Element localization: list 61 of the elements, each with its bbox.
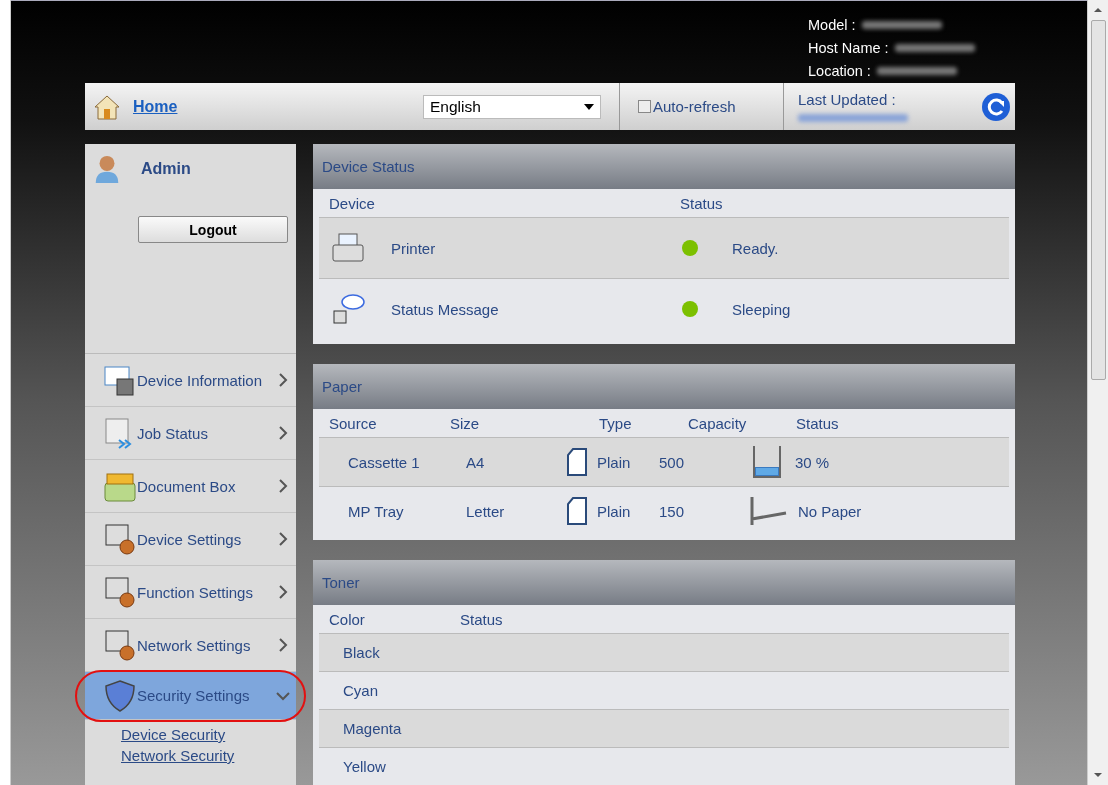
user-name: Admin (141, 160, 191, 178)
nav-item[interactable]: Device Information (85, 354, 296, 407)
empty-tray-icon (750, 495, 788, 527)
info-label: Location : (808, 62, 871, 79)
scrollbar-thumb[interactable] (1090, 20, 1106, 380)
info-label: Host Name : (808, 39, 889, 56)
dropdown-caret-icon (584, 103, 594, 110)
column-header: Source (329, 414, 378, 432)
table-cell-text: Cassette 1 (348, 453, 421, 471)
paper-level-tray (753, 446, 781, 478)
paper-sheet-icon (567, 448, 587, 476)
table-cell-text: Plain (597, 502, 632, 520)
column-header: Status (680, 194, 723, 212)
table-cell: Cyan (343, 682, 379, 699)
panel-title: Toner (322, 574, 360, 591)
user-avatar-icon (93, 154, 121, 184)
home-link[interactable]: Home (133, 97, 178, 116)
table-cell-text: A4 (466, 453, 486, 471)
table-cell-text: Status Message (391, 300, 500, 318)
table-cell: 30 % (795, 453, 830, 471)
table-cell: Black (343, 644, 380, 661)
table-cell: Magenta (343, 720, 402, 737)
panel-title: Device Status (322, 158, 415, 175)
table-cell-text: MP Tray (348, 502, 405, 520)
nav-item[interactable]: Security Settings (85, 672, 296, 720)
column-header: Status (460, 610, 503, 628)
table-cell: Yellow (343, 758, 386, 775)
scroll-down-icon[interactable] (1094, 773, 1102, 777)
printer-icon (331, 231, 365, 265)
table-cell-text: Plain (597, 453, 632, 471)
panel-title: Paper (322, 378, 363, 395)
nav-item[interactable]: Job Status (85, 407, 296, 460)
column-header: Color (329, 610, 366, 628)
column-header: Size (450, 414, 481, 432)
column-header: Capacity (688, 414, 748, 432)
refresh-icon[interactable] (981, 91, 1011, 122)
last-updated-label: Last Updated : (798, 91, 897, 108)
nav-item[interactable]: Document Box (85, 460, 296, 513)
table-cell: Ready. (732, 239, 779, 257)
column-header: Device (329, 194, 376, 212)
scrollbar[interactable] (1087, 0, 1108, 785)
column-header: Status (796, 414, 839, 432)
table-cell: Sleeping (732, 300, 791, 318)
table-cell-text: 500 (659, 453, 686, 471)
submenu-link[interactable]: Device Security (85, 724, 296, 745)
table-cell-text: Letter (466, 502, 506, 520)
language-select[interactable]: English (423, 94, 601, 119)
auto-refresh-checkbox[interactable]: Auto-refresh (638, 98, 736, 115)
paper-sheet-icon (567, 497, 587, 525)
scroll-up-icon[interactable] (1094, 8, 1102, 12)
nav-item[interactable]: Device Settings (85, 513, 296, 566)
table-cell: No Paper (798, 502, 862, 520)
logout-button[interactable]: Logout (138, 216, 288, 243)
table-cell-text: Printer (391, 239, 437, 257)
speech-bubble-icon (331, 292, 365, 326)
column-header: Type (599, 414, 633, 432)
table-cell-text: 150 (659, 502, 686, 520)
info-label: Model : (808, 16, 856, 33)
shield-icon (103, 678, 137, 713)
submenu-link[interactable]: Network Security (85, 745, 296, 766)
nav-item[interactable]: Function Settings (85, 566, 296, 619)
